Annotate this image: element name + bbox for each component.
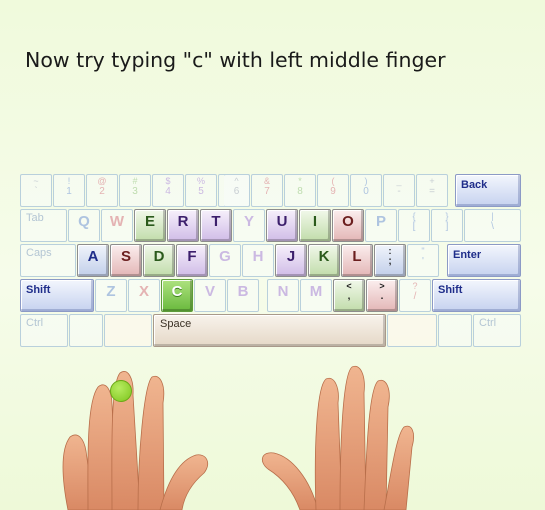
key-u: U [266, 209, 298, 242]
key-right-win [438, 314, 472, 347]
key-backspace: Back [455, 174, 521, 207]
key-period: >. [366, 279, 398, 312]
key-w: W [101, 209, 133, 242]
key-slash: ? / [399, 279, 431, 312]
key-r: R [167, 209, 199, 242]
left-index [137, 375, 165, 510]
right-middle [339, 365, 367, 510]
key-space: Space [153, 314, 386, 347]
key-b: B [227, 279, 259, 312]
key-x: X [128, 279, 160, 312]
right-ring [363, 379, 390, 510]
left-thumb [159, 454, 209, 510]
key-left-win [69, 314, 103, 347]
key-k: K [308, 244, 340, 277]
key-q: Q [68, 209, 100, 242]
key-c-target: C [161, 279, 193, 312]
key-9: (9 [317, 174, 349, 207]
key-8: * 8 [284, 174, 316, 207]
right-thumb [261, 452, 319, 510]
key-a: A [77, 244, 109, 277]
key-o: O [332, 209, 364, 242]
key-tab: Tab [20, 209, 67, 242]
hands-illustration [62, 365, 414, 510]
key-5: % 5 [185, 174, 217, 207]
key-backslash: | \ [464, 209, 521, 242]
key-z: Z [95, 279, 127, 312]
key-quote: " ' [407, 244, 439, 277]
key-minus: _ - [383, 174, 415, 207]
key-j: J [275, 244, 307, 277]
key-y: Y [233, 209, 265, 242]
active-finger-indicator [110, 380, 132, 402]
key-d: D [143, 244, 175, 277]
key-equals: + = [416, 174, 448, 207]
key-right-ctrl: Ctrl [473, 314, 521, 347]
key-6: ^ 6 [224, 174, 250, 207]
left-hand [62, 371, 209, 510]
key-t: T [200, 209, 232, 242]
key-s: S [110, 244, 142, 277]
right-pinky [383, 425, 414, 510]
key-semicolon: :; [374, 244, 406, 277]
key-right-alt [387, 314, 437, 347]
key-f: F [176, 244, 208, 277]
key-h: H [242, 244, 274, 277]
key-left-ctrl: Ctrl [20, 314, 68, 347]
key-i: I [299, 209, 331, 242]
right-index [314, 377, 343, 510]
virtual-keyboard: ~ ` ! 1 @2 #3 $4 % 5 ^ 6 & 7 * 8 (9 ) 0 _ - + = B… [20, 174, 522, 348]
key-n: N [267, 279, 299, 312]
key-l: L [341, 244, 373, 277]
key-left-alt [104, 314, 152, 347]
key-p: P [365, 209, 397, 242]
key-4: $4 [152, 174, 184, 207]
key-v: V [194, 279, 226, 312]
key-1: ! 1 [53, 174, 85, 207]
key-left-bracket: {[ [398, 209, 430, 242]
key-e: E [134, 209, 166, 242]
key-2: @2 [86, 174, 118, 207]
key-right-shift: Shift [432, 279, 521, 312]
key-m: M [300, 279, 332, 312]
right-hand [261, 365, 414, 510]
key-right-bracket: }] [431, 209, 463, 242]
key-g: G [209, 244, 241, 277]
key-comma: <, [333, 279, 365, 312]
key-enter: Enter [447, 244, 521, 277]
key-7: & 7 [251, 174, 283, 207]
key-0: ) 0 [350, 174, 382, 207]
key-backtick: ~ ` [20, 174, 52, 207]
key-3: #3 [119, 174, 151, 207]
instruction-text: Now try typing "c" with left middle fing… [25, 48, 446, 72]
key-caps: Caps [20, 244, 76, 277]
key-left-shift: Shift [20, 279, 94, 312]
